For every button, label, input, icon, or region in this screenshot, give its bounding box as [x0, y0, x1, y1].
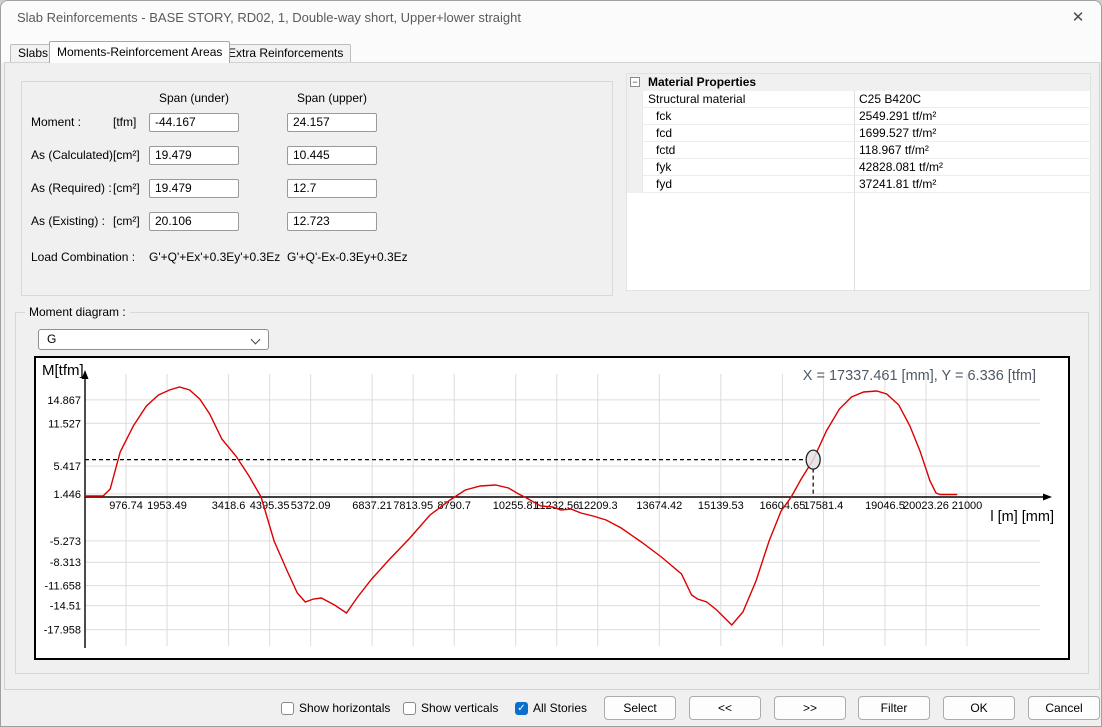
svg-text:4395.35: 4395.35: [250, 500, 290, 512]
collapse-icon[interactable]: −: [630, 77, 640, 87]
chevron-down-icon: [251, 335, 261, 345]
svg-text:5372.09: 5372.09: [291, 500, 331, 512]
as-existing-upper-field[interactable]: 12.723: [287, 212, 377, 231]
svg-text:13674.42: 13674.42: [636, 500, 682, 512]
ok-button[interactable]: OK: [943, 696, 1015, 720]
prop-value: C25 B420C: [859, 92, 921, 106]
as-existing-unit: [cm²]: [113, 214, 140, 228]
chart-tick-labels: 976.74 1953.49 3418.6 4395.355372.09 6837.21…: [44, 395, 983, 637]
prop-name: fck: [656, 109, 671, 123]
svg-text:10255.81: 10255.81: [493, 500, 539, 512]
filter-button[interactable]: Filter: [858, 696, 930, 720]
as-required-upper-field[interactable]: 12.7: [287, 179, 377, 198]
load-case-dropdown[interactable]: G: [38, 329, 269, 350]
svg-text:6837.21: 6837.21: [352, 500, 392, 512]
svg-text:11.527: 11.527: [48, 418, 81, 430]
slab-reinforcements-dialog: Slab Reinforcements - BASE STORY, RD02, …: [0, 0, 1102, 727]
moment-upper-field[interactable]: 24.157: [287, 113, 377, 132]
show-verticals-checkbox[interactable]: [403, 702, 416, 715]
svg-text:14.867: 14.867: [47, 395, 81, 407]
prop-name: fcd: [656, 126, 672, 140]
as-required-label: As (Required) :: [31, 181, 112, 195]
chart-x-axis-title: l [m] [mm]: [990, 509, 1054, 525]
svg-text:12209.3: 12209.3: [578, 500, 618, 512]
as-required-under-field[interactable]: 19.479: [149, 179, 239, 198]
moment-under-field[interactable]: -44.167: [149, 113, 239, 132]
as-calculated-under-field[interactable]: 19.479: [149, 146, 239, 165]
prop-value: 42828.081 tf/m²: [859, 160, 943, 174]
table-row[interactable]: fyk 42828.081 tf/m²: [643, 159, 1091, 176]
next-button[interactable]: >>: [774, 696, 846, 720]
all-stories-label: All Stories: [533, 701, 587, 715]
table-row[interactable]: fctd 118.967 tf/m²: [643, 142, 1091, 159]
svg-text:5.417: 5.417: [53, 461, 81, 473]
load-combination-upper: G'+Q'-Ex-0.3Ey+0.3Ez: [287, 250, 408, 264]
load-combination-label: Load Combination :: [31, 250, 135, 264]
table-row[interactable]: fck 2549.291 tf/m²: [643, 108, 1091, 125]
table-row[interactable]: fcd 1699.527 tf/m²: [643, 125, 1091, 142]
prop-name: fctd: [656, 143, 675, 157]
tab-extra-reinforcements[interactable]: Extra Reinforcements: [220, 44, 351, 63]
window-title: Slab Reinforcements - BASE STORY, RD02, …: [17, 1, 521, 34]
prop-value: 2549.291 tf/m²: [859, 109, 936, 123]
prop-name: fyd: [656, 177, 672, 191]
moment-diagram-chart[interactable]: 976.74 1953.49 3418.6 4395.355372.09 6837.21…: [34, 356, 1070, 660]
svg-text:-8.313: -8.313: [50, 557, 81, 569]
table-row[interactable]: Structural material C25 B420C: [643, 91, 1091, 108]
svg-text:-17.958: -17.958: [44, 625, 81, 637]
svg-text:-11.658: -11.658: [45, 581, 82, 593]
moment-label: Moment :: [31, 115, 81, 129]
col-header-span-under: Span (under): [149, 91, 239, 105]
tab-moments-reinforcement-areas[interactable]: Moments-Reinforcement Areas: [49, 41, 230, 63]
svg-text:976.74: 976.74: [109, 500, 143, 512]
svg-text:-14.51: -14.51: [50, 601, 81, 613]
svg-text:19046.5: 19046.5: [865, 500, 905, 512]
as-calculated-upper-field[interactable]: 10.445: [287, 146, 377, 165]
select-button[interactable]: Select: [604, 696, 676, 720]
load-combination-under: G'+Q'+Ex'+0.3Ey'+0.3Ez: [149, 250, 280, 264]
cursor-coordinates-annotation: X = 17337.461 [mm], Y = 6.336 [tfm]: [803, 368, 1036, 384]
moment-diagram-plot[interactable]: 976.74 1953.49 3418.6 4395.355372.09 6837.21…: [36, 358, 1068, 658]
as-calculated-unit: [cm²]: [113, 148, 140, 162]
all-stories-checkbox[interactable]: ✓: [515, 702, 528, 715]
svg-text:17581.4: 17581.4: [804, 500, 844, 512]
svg-text:7813.95: 7813.95: [393, 500, 433, 512]
moment-diagram-legend: Moment diagram :: [25, 305, 130, 319]
as-existing-label: As (Existing) :: [31, 214, 105, 228]
load-case-selected-value: G: [47, 332, 56, 346]
svg-text:20023.26: 20023.26: [903, 500, 949, 512]
crosshair-marker: [806, 450, 820, 469]
prop-name: Structural material: [648, 92, 745, 106]
previous-button[interactable]: <<: [689, 696, 761, 720]
show-verticals-label: Show verticals: [421, 701, 498, 715]
prop-value: 1699.527 tf/m²: [859, 126, 936, 140]
material-properties-grid: − Material Properties Structural materia…: [626, 73, 1091, 291]
moment-unit: [tfm]: [113, 115, 136, 129]
show-horizontals-checkbox[interactable]: [281, 702, 294, 715]
svg-text:3418.6: 3418.6: [212, 500, 246, 512]
chart-y-axis-title: M[tfm]: [42, 362, 84, 379]
as-required-unit: [cm²]: [113, 181, 140, 195]
prop-name: fyk: [656, 160, 671, 174]
as-existing-under-field[interactable]: 20.106: [149, 212, 239, 231]
crosshair: [85, 450, 820, 497]
show-horizontals-label: Show horizontals: [299, 701, 390, 715]
table-row[interactable]: fyd 37241.81 tf/m²: [643, 176, 1091, 193]
cancel-button[interactable]: Cancel: [1028, 696, 1100, 720]
propgrid-indent-column: [627, 91, 643, 193]
prop-value: 37241.81 tf/m²: [859, 177, 936, 191]
material-properties-header: − Material Properties: [627, 74, 1090, 91]
material-properties-title: Material Properties: [648, 75, 756, 89]
svg-text:-5.273: -5.273: [50, 536, 81, 548]
svg-text:15139.53: 15139.53: [698, 500, 744, 512]
prop-value: 118.967 tf/m²: [859, 143, 929, 157]
close-icon[interactable]: ✕: [1067, 7, 1089, 29]
svg-text:21000: 21000: [952, 500, 983, 512]
svg-text:1.446: 1.446: [53, 489, 81, 501]
title-bar[interactable]: Slab Reinforcements - BASE STORY, RD02, …: [1, 1, 1101, 34]
svg-text:1953.49: 1953.49: [147, 500, 187, 512]
col-header-span-upper: Span (upper): [287, 91, 377, 105]
as-calculated-label: As (Calculated) :: [31, 148, 120, 162]
